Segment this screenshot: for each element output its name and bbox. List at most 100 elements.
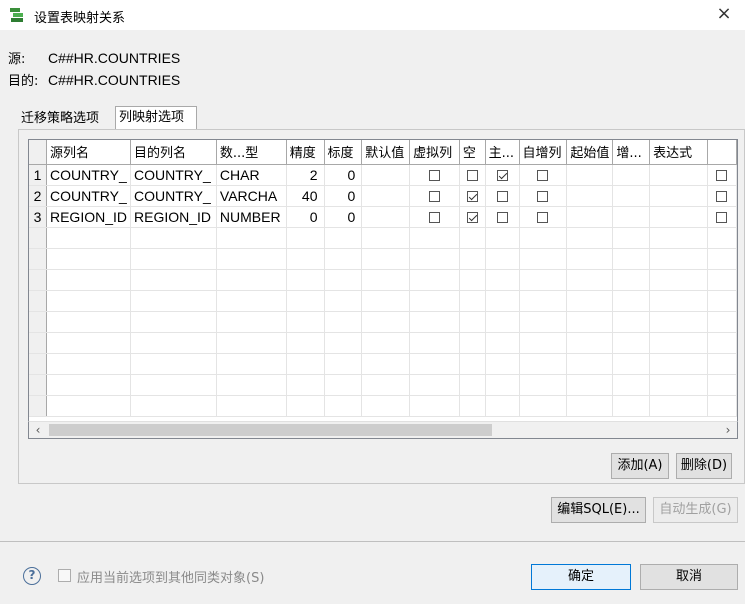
primary-key-cell[interactable] — [485, 164, 520, 186]
default-cell[interactable] — [361, 206, 411, 228]
last-column-checkbox[interactable] — [716, 191, 728, 203]
column-grid[interactable]: 源列名 目的列名 数...型 精度 标度 默认值 虚拟列 空 主... 自增列 … — [28, 139, 738, 439]
tab-migration-strategy[interactable]: 迁移策略选项 — [18, 109, 116, 130]
virtual-cell[interactable] — [409, 164, 460, 186]
source-column-cell[interactable]: REGION_ID — [46, 206, 132, 228]
close-button[interactable]: × — [711, 2, 737, 26]
default-cell[interactable] — [361, 185, 411, 207]
nullable-cell[interactable] — [459, 164, 486, 186]
last-column-checkbox[interactable] — [716, 170, 728, 182]
add-button[interactable]: 添加(A) — [611, 453, 669, 479]
table-row[interactable]: 2 COUNTRY_ COUNTRY_ VARCHA 40 0 — [29, 185, 737, 207]
nullable-checkbox[interactable] — [466, 212, 478, 224]
expression-cell[interactable] — [649, 206, 708, 228]
virtual-checkbox[interactable] — [429, 191, 441, 203]
last-column-cell[interactable] — [707, 185, 737, 207]
target-column-cell[interactable]: COUNTRY_ — [130, 185, 217, 207]
last-column-cell[interactable] — [707, 164, 737, 186]
increment-cell[interactable] — [612, 185, 651, 207]
auto-increment-cell[interactable] — [519, 185, 568, 207]
edit-sql-button[interactable]: 编辑SQL(E)... — [551, 497, 646, 523]
empty-cell — [459, 290, 486, 312]
empty-cell — [409, 395, 460, 417]
nullable-cell[interactable] — [459, 185, 486, 207]
delete-button[interactable]: 删除(D) — [676, 453, 732, 479]
start-value-cell[interactable] — [566, 164, 614, 186]
column-header[interactable]: 自增列 — [519, 140, 568, 165]
primary-key-checkbox[interactable] — [496, 212, 508, 224]
row-number — [29, 395, 47, 417]
column-header[interactable]: 主... — [485, 140, 520, 165]
ok-button[interactable]: 确定 — [531, 564, 631, 590]
auto-increment-cell[interactable] — [519, 164, 568, 186]
table-row[interactable]: 1 COUNTRY_ COUNTRY_ CHAR 2 0 — [29, 164, 737, 186]
scroll-left-icon[interactable]: ‹ — [29, 422, 47, 438]
primary-key-cell[interactable] — [485, 206, 520, 228]
scale-cell[interactable]: 0 — [324, 206, 363, 228]
virtual-cell[interactable] — [409, 185, 460, 207]
column-header[interactable]: 默认值 — [361, 140, 411, 165]
nullable-checkbox[interactable] — [466, 170, 478, 182]
start-value-cell[interactable] — [566, 185, 614, 207]
target-column-cell[interactable]: COUNTRY_ — [130, 164, 217, 186]
increment-cell[interactable] — [612, 206, 651, 228]
column-header[interactable]: 源列名 — [46, 140, 132, 165]
horizontal-scrollbar[interactable]: ‹ › — [28, 421, 738, 439]
nullable-checkbox[interactable] — [466, 191, 478, 203]
auto-increment-cell[interactable] — [519, 206, 568, 228]
last-column-cell[interactable] — [707, 206, 737, 228]
default-cell[interactable] — [361, 164, 411, 186]
empty-cell — [216, 332, 287, 354]
column-header[interactable]: 精度 — [286, 140, 325, 165]
column-header[interactable] — [707, 140, 737, 165]
data-type-cell[interactable]: VARCHA — [216, 185, 287, 207]
nullable-cell[interactable] — [459, 206, 486, 228]
scroll-thumb[interactable] — [49, 424, 492, 436]
auto-increment-checkbox[interactable] — [537, 170, 549, 182]
precision-cell[interactable]: 0 — [286, 206, 325, 228]
precision-cell[interactable]: 40 — [286, 185, 325, 207]
column-header[interactable]: 增... — [612, 140, 651, 165]
apply-to-similar-checkbox[interactable] — [58, 569, 71, 582]
primary-key-checkbox[interactable] — [496, 170, 508, 182]
virtual-cell[interactable] — [409, 206, 460, 228]
virtual-checkbox[interactable] — [429, 170, 441, 182]
primary-key-cell[interactable] — [485, 185, 520, 207]
empty-cell — [519, 374, 568, 396]
column-header[interactable]: 空 — [459, 140, 486, 165]
source-column-cell[interactable]: COUNTRY_ — [46, 185, 132, 207]
empty-cell — [649, 227, 708, 249]
help-icon[interactable]: ? — [23, 567, 41, 585]
column-header[interactable]: 数...型 — [216, 140, 287, 165]
empty-cell — [485, 311, 520, 333]
empty-row — [29, 248, 737, 270]
source-column-cell[interactable]: COUNTRY_ — [46, 164, 132, 186]
virtual-checkbox[interactable] — [429, 212, 441, 224]
column-header[interactable]: 标度 — [324, 140, 363, 165]
primary-key-checkbox[interactable] — [496, 191, 508, 203]
target-column-cell[interactable]: REGION_ID — [130, 206, 217, 228]
column-header[interactable]: 起始值 — [566, 140, 614, 165]
precision-cell[interactable]: 2 — [286, 164, 325, 186]
increment-cell[interactable] — [612, 164, 651, 186]
expression-cell[interactable] — [649, 164, 708, 186]
empty-cell — [459, 332, 486, 354]
auto-increment-checkbox[interactable] — [537, 212, 549, 224]
data-type-cell[interactable]: NUMBER — [216, 206, 287, 228]
scale-cell[interactable]: 0 — [324, 164, 363, 186]
data-type-cell[interactable]: CHAR — [216, 164, 287, 186]
table-row[interactable]: 3 REGION_ID REGION_ID NUMBER 0 0 — [29, 206, 737, 228]
scale-cell[interactable]: 0 — [324, 185, 363, 207]
expression-cell[interactable] — [649, 185, 708, 207]
auto-generate-button[interactable]: 自动生成(G) — [653, 497, 738, 523]
scroll-right-icon[interactable]: › — [719, 422, 737, 438]
tab-column-mapping[interactable]: 列映射选项 — [115, 106, 197, 130]
column-header[interactable]: 表达式 — [649, 140, 708, 165]
column-header[interactable]: 虚拟列 — [409, 140, 460, 165]
auto-increment-checkbox[interactable] — [537, 191, 549, 203]
column-header[interactable]: 目的列名 — [130, 140, 217, 165]
last-column-checkbox[interactable] — [716, 212, 728, 224]
empty-cell — [324, 290, 363, 312]
start-value-cell[interactable] — [566, 206, 614, 228]
cancel-button[interactable]: 取消 — [640, 564, 738, 590]
